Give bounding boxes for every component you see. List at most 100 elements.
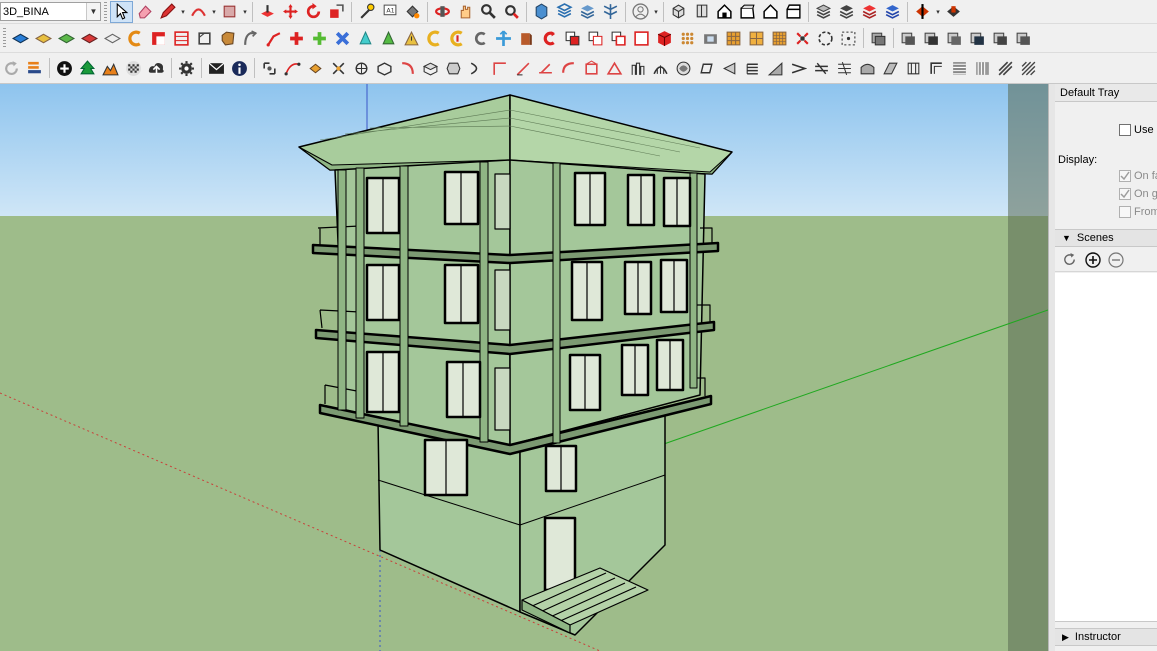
walk-icon[interactable] — [400, 27, 423, 49]
tool-6-icon[interactable] — [373, 57, 396, 79]
zoom-extents-icon[interactable] — [500, 1, 523, 23]
tool-28-icon[interactable] — [879, 57, 902, 79]
tool-12-icon[interactable] — [511, 57, 534, 79]
tool-9-icon[interactable] — [442, 57, 465, 79]
toolbar-grip[interactable] — [104, 1, 107, 22]
chevron-down-icon[interactable]: ▾ — [241, 8, 249, 16]
layer-stack-5-icon[interactable] — [989, 27, 1012, 49]
texture-icon[interactable] — [122, 57, 145, 79]
tool-11-icon[interactable] — [488, 57, 511, 79]
import-icon[interactable] — [23, 57, 46, 79]
tile-grid-fine-icon[interactable] — [768, 27, 791, 49]
text-icon[interactable]: A1 — [378, 1, 401, 23]
terrain-icon[interactable] — [99, 57, 122, 79]
drape-icon[interactable] — [78, 27, 101, 49]
tool-23-icon[interactable] — [764, 57, 787, 79]
stamp-shape-icon[interactable] — [561, 27, 584, 49]
tool-24-icon[interactable] — [787, 57, 810, 79]
dots-grid-icon[interactable] — [676, 27, 699, 49]
xray-icon[interactable] — [812, 1, 835, 23]
tool-13-icon[interactable] — [534, 57, 557, 79]
tool-34-icon[interactable] — [1017, 57, 1040, 79]
layer-stack-4-icon[interactable] — [966, 27, 989, 49]
wireframe-icon[interactable] — [835, 1, 858, 23]
tool-25-icon[interactable] — [810, 57, 833, 79]
tile-grid-alt-icon[interactable] — [745, 27, 768, 49]
chevron-down-icon[interactable]: ▼ — [86, 3, 100, 20]
grid-icon[interactable] — [630, 27, 653, 49]
tree-icon[interactable] — [76, 57, 99, 79]
modeling-viewport[interactable] — [0, 84, 1048, 651]
tile-grid-icon[interactable] — [722, 27, 745, 49]
top-view-icon[interactable] — [690, 1, 713, 23]
circle-dashed-icon[interactable] — [814, 27, 837, 49]
tool-33-icon[interactable] — [994, 57, 1017, 79]
smoove-icon[interactable] — [32, 27, 55, 49]
warehouse-icon[interactable] — [530, 1, 553, 23]
extension-icon[interactable] — [553, 1, 576, 23]
front-view-icon[interactable] — [713, 1, 736, 23]
instructor-panel-header[interactable]: ▶ Instructor — [1055, 628, 1157, 646]
component-icon[interactable] — [599, 1, 622, 23]
right-view-icon[interactable] — [736, 1, 759, 23]
zoom-icon[interactable] — [477, 1, 500, 23]
section-icon[interactable] — [911, 1, 934, 23]
tool-10-icon[interactable] — [465, 57, 488, 79]
rotate-icon[interactable] — [302, 1, 325, 23]
left-view-icon[interactable] — [782, 1, 805, 23]
chevron-down-icon[interactable]: ▾ — [210, 8, 218, 16]
paint-icon[interactable] — [538, 27, 561, 49]
intersect-icon[interactable] — [170, 27, 193, 49]
chevron-down-icon[interactable]: ▾ — [934, 8, 942, 16]
paint-bucket-icon[interactable] — [401, 1, 424, 23]
tool-8-icon[interactable] — [419, 57, 442, 79]
tool-5-icon[interactable] — [350, 57, 373, 79]
tool-30-icon[interactable] — [925, 57, 948, 79]
tool-27-icon[interactable] — [856, 57, 879, 79]
back-view-icon[interactable] — [759, 1, 782, 23]
tool-31-icon[interactable] — [948, 57, 971, 79]
rectangle-icon[interactable] — [218, 1, 241, 23]
display-option-3[interactable]: From — [1119, 206, 1157, 218]
follow-me-icon[interactable] — [147, 27, 170, 49]
chevron-down-icon[interactable]: ▾ — [179, 8, 187, 16]
component-folder-icon[interactable] — [867, 27, 890, 49]
layer-stack-6-icon[interactable] — [1012, 27, 1035, 49]
display-checkbox-3[interactable] — [1119, 206, 1131, 218]
tool-1-icon[interactable] — [258, 57, 281, 79]
arc-icon[interactable] — [187, 1, 210, 23]
shaded-icon[interactable] — [858, 1, 881, 23]
info-icon[interactable] — [228, 57, 251, 79]
use-checkbox[interactable] — [1119, 124, 1131, 136]
axes-icon[interactable] — [354, 27, 377, 49]
copy-shape-icon[interactable] — [584, 27, 607, 49]
tool-22-icon[interactable] — [741, 57, 764, 79]
tool-16-icon[interactable] — [603, 57, 626, 79]
position-camera-icon[interactable] — [377, 27, 400, 49]
chevron-down-icon[interactable]: ▾ — [652, 8, 660, 16]
layer-stack-3-icon[interactable] — [943, 27, 966, 49]
tool-21-icon[interactable] — [718, 57, 741, 79]
tool-3-icon[interactable] — [304, 57, 327, 79]
tool-4-icon[interactable] — [327, 57, 350, 79]
display-checkbox-1[interactable] — [1119, 170, 1131, 182]
tape-measure-icon[interactable] — [355, 1, 378, 23]
settings-icon[interactable] — [175, 57, 198, 79]
sandbox-icon[interactable] — [9, 27, 32, 49]
protractor-icon[interactable] — [492, 27, 515, 49]
dimensions-icon[interactable] — [469, 27, 492, 49]
layers-icon[interactable] — [576, 1, 599, 23]
pencil-line-icon[interactable] — [156, 1, 179, 23]
iso-view-icon[interactable] — [667, 1, 690, 23]
tool-29-icon[interactable] — [902, 57, 925, 79]
add-scene-icon[interactable] — [1084, 251, 1101, 268]
tool-15-icon[interactable] — [580, 57, 603, 79]
remove-scene-icon[interactable] — [1107, 251, 1124, 268]
tool-32-icon[interactable] — [971, 57, 994, 79]
split-icon[interactable] — [285, 27, 308, 49]
user-account-icon[interactable] — [629, 1, 652, 23]
outer-shell-icon[interactable] — [193, 27, 216, 49]
push-pull-icon[interactable] — [256, 1, 279, 23]
upload-icon[interactable] — [145, 57, 168, 79]
brick-icon[interactable] — [653, 27, 676, 49]
